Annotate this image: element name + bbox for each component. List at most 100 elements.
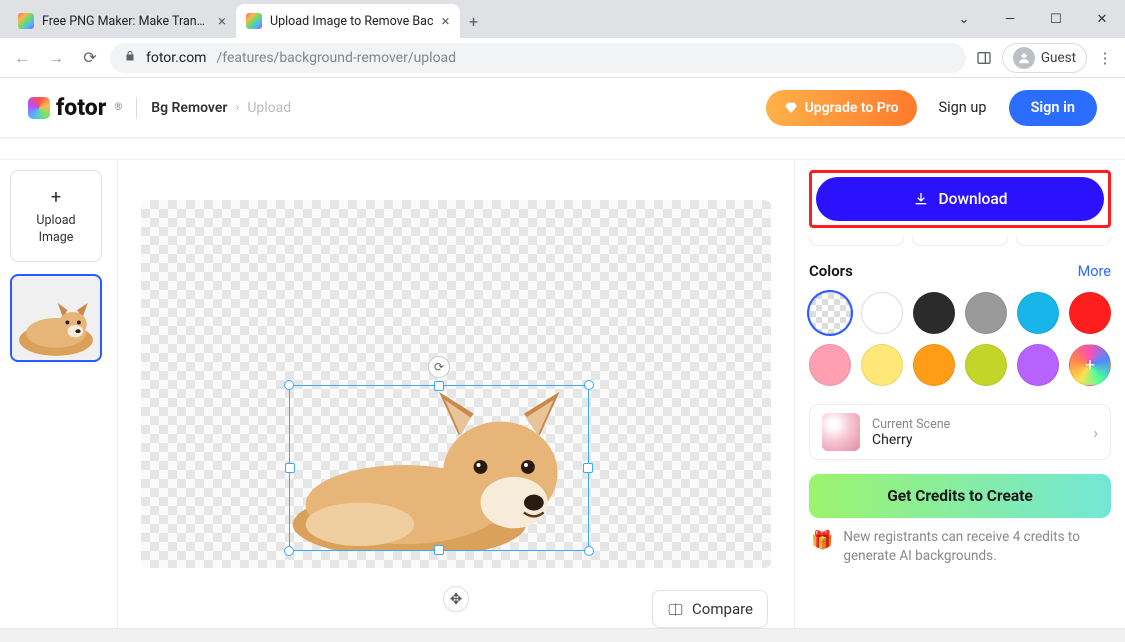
forward-button[interactable]: → <box>42 44 70 72</box>
color-swatch-transparent[interactable] <box>809 292 851 334</box>
avatar-icon <box>1013 47 1035 69</box>
color-swatch[interactable] <box>1069 292 1111 334</box>
browser-tabs: Free PNG Maker: Make Transp × Upload Ima… <box>0 4 488 38</box>
color-swatch-add[interactable]: + <box>1069 344 1111 386</box>
divider <box>136 97 137 119</box>
color-swatch[interactable] <box>965 292 1007 334</box>
resize-handle-e[interactable] <box>583 463 593 473</box>
color-swatch[interactable] <box>861 344 903 386</box>
colors-header: Colors More <box>809 262 1111 280</box>
tile[interactable] <box>809 236 904 246</box>
chevron-down-icon[interactable]: ⌄ <box>941 0 987 38</box>
minimize-button[interactable]: — <box>987 0 1033 38</box>
window-controls: ⌄ — ☐ ✕ <box>941 0 1125 38</box>
selection-box[interactable]: ⟳ <box>289 385 589 551</box>
tile[interactable] <box>1016 236 1111 246</box>
panel-icon[interactable] <box>972 50 996 66</box>
maximize-button[interactable]: ☐ <box>1033 0 1079 38</box>
brand-name: fotor <box>56 94 106 121</box>
upload-label-2: Image <box>39 230 74 246</box>
scene-label: Current Scene <box>872 417 950 432</box>
transparent-canvas[interactable]: ⟳ <box>141 200 771 568</box>
lock-icon <box>124 50 136 66</box>
gift-icon: 🎁 <box>811 528 833 553</box>
more-link[interactable]: More <box>1078 263 1111 280</box>
tile[interactable] <box>912 236 1007 246</box>
compare-label: Compare <box>692 600 753 618</box>
signin-button[interactable]: Sign in <box>1009 90 1097 126</box>
download-label: Download <box>939 190 1008 208</box>
resize-handle-sw[interactable] <box>284 546 294 556</box>
scene-card[interactable]: Current Scene Cherry › <box>809 404 1111 460</box>
breadcrumb-feature[interactable]: Bg Remover <box>151 100 227 116</box>
color-swatch[interactable] <box>913 292 955 334</box>
scene-thumb <box>822 413 860 451</box>
browser-tab-active[interactable]: Upload Image to Remove Bac × <box>236 4 460 38</box>
resize-handle-ne[interactable] <box>584 380 594 390</box>
resize-handle-nw[interactable] <box>284 380 294 390</box>
resize-handle-se[interactable] <box>584 546 594 556</box>
color-swatch[interactable] <box>1017 292 1059 334</box>
compare-button[interactable]: Compare <box>652 590 768 628</box>
compare-icon <box>667 601 684 618</box>
tab-title: Upload Image to Remove Bac <box>270 14 434 29</box>
resize-handle-w[interactable] <box>285 463 295 473</box>
color-swatch[interactable] <box>913 344 955 386</box>
header-divider <box>0 138 1125 160</box>
resize-handle-s[interactable] <box>434 545 444 555</box>
upgrade-button[interactable]: Upgrade to Pro <box>766 90 917 126</box>
url-path: /features/background-remover/upload <box>216 50 456 66</box>
brand-logo[interactable]: fotor® <box>28 94 122 121</box>
image-content[interactable] <box>290 386 588 550</box>
color-swatch[interactable] <box>809 344 851 386</box>
color-swatch[interactable] <box>1017 344 1059 386</box>
scene-text: Current Scene Cherry <box>872 417 950 448</box>
promo-message: New registrants can receive 4 credits to… <box>843 528 1109 566</box>
right-panel: Download Colors More + Current Scene Che… <box>795 160 1125 642</box>
tab-favicon <box>246 13 262 29</box>
chevron-right-icon: › <box>1093 423 1098 442</box>
url-host: fotor.com <box>146 50 206 66</box>
upload-image-button[interactable]: + Upload Image <box>10 170 102 262</box>
window-title-bar: Free PNG Maker: Make Transp × Upload Ima… <box>0 0 1125 38</box>
new-tab-button[interactable]: + <box>460 4 488 38</box>
color-swatches: + <box>809 292 1111 386</box>
section-title: Colors <box>809 262 853 280</box>
download-icon <box>913 191 929 207</box>
breadcrumb-page: Upload <box>247 100 291 116</box>
close-icon[interactable]: × <box>442 12 450 30</box>
close-icon[interactable]: × <box>218 12 226 30</box>
tab-title: Free PNG Maker: Make Transp <box>42 14 210 29</box>
back-button[interactable]: ← <box>8 44 36 72</box>
left-sidebar: + Upload Image <box>0 160 118 642</box>
reload-button[interactable]: ⟳ <box>76 44 104 72</box>
signin-label: Sign in <box>1031 99 1075 116</box>
credits-label: Get Credits to Create <box>887 487 1033 505</box>
upload-label-1: Upload <box>36 213 75 229</box>
diamond-icon <box>784 101 798 115</box>
address-bar[interactable]: fotor.com/features/background-remover/up… <box>110 43 966 73</box>
logo-icon <box>28 97 50 119</box>
signup-link[interactable]: Sign up <box>939 99 987 116</box>
rotate-handle[interactable]: ⟳ <box>428 356 450 378</box>
upgrade-label: Upgrade to Pro <box>805 100 899 116</box>
browser-tab[interactable]: Free PNG Maker: Make Transp × <box>8 4 236 38</box>
get-credits-button[interactable]: Get Credits to Create <box>809 474 1111 518</box>
tab-favicon <box>18 13 34 29</box>
color-swatch[interactable] <box>965 344 1007 386</box>
scene-value: Cherry <box>872 432 950 448</box>
profile-button[interactable]: Guest <box>1002 43 1087 73</box>
move-handle[interactable]: ✥ <box>443 586 469 612</box>
resize-handle-n[interactable] <box>434 381 444 391</box>
image-thumbnail-selected[interactable] <box>10 274 102 362</box>
option-tiles <box>809 236 1111 246</box>
promo-text: 🎁 New registrants can receive 4 credits … <box>809 528 1111 566</box>
close-window-button[interactable]: ✕ <box>1079 0 1125 38</box>
download-button[interactable]: Download <box>816 177 1104 221</box>
download-highlight: Download <box>809 170 1111 228</box>
kebab-menu-icon[interactable]: ⋮ <box>1093 49 1117 67</box>
canvas-area: ⟳ <box>118 160 795 642</box>
workspace: + Upload Image ⟳ <box>0 160 1125 642</box>
color-swatch[interactable] <box>861 292 903 334</box>
scrollbar-horizontal[interactable] <box>0 628 1125 642</box>
